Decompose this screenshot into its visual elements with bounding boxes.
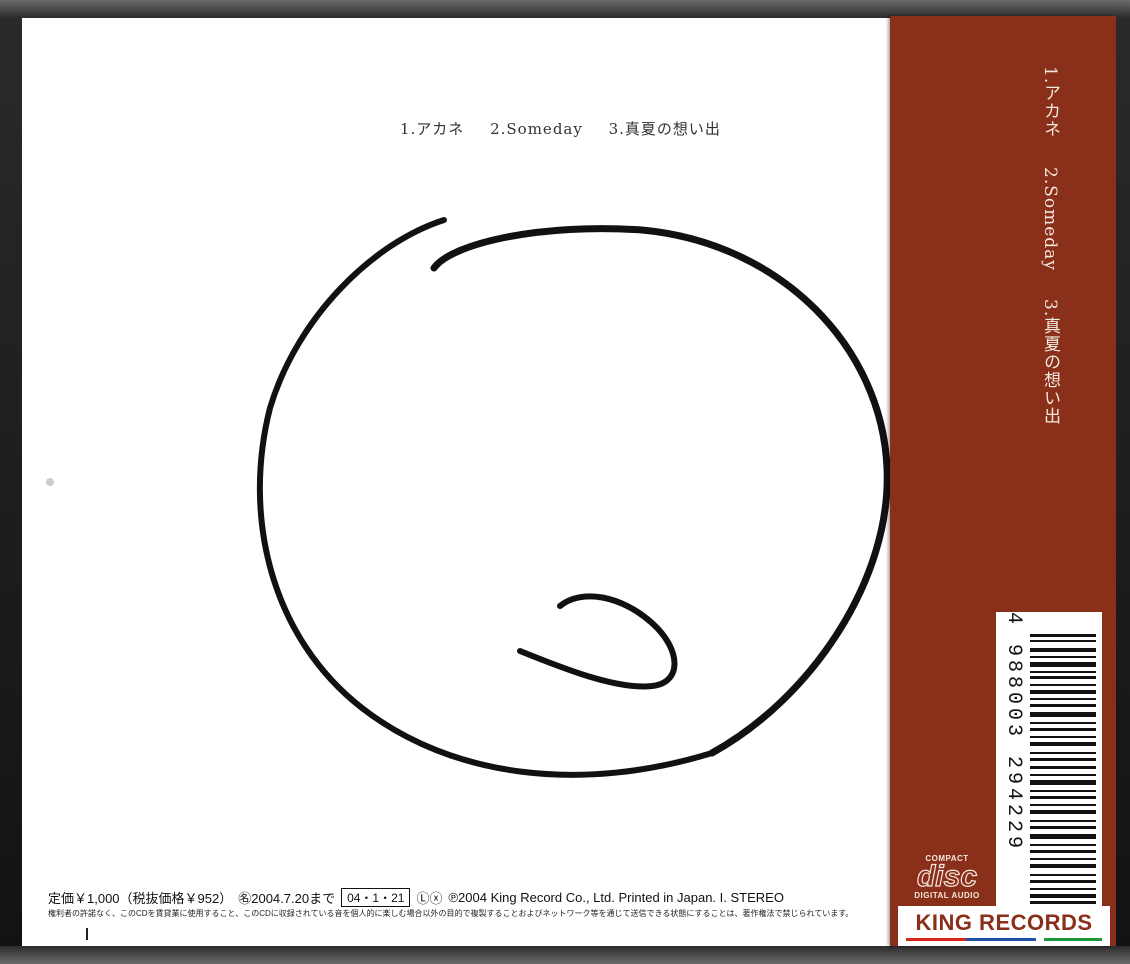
barcode: 4 988003 294229 [996,612,1102,922]
label-name: KING RECORDS [915,910,1093,935]
obi-track-list: 1.アカネ 2.Someday 3.真夏の想い出 [1038,66,1063,447]
back-insert: 1.アカネ 2.Someday 3.真夏の想い出 定価￥1,000（税抜価格￥9… [22,18,892,946]
barcode-number: 4 988003 294229 [1002,612,1025,853]
marks-text: Ⓛⓧ [416,891,443,906]
copyright-notice: 権利者の許諾なく、このCDを賃貸業に使用すること、このCDに収録されている音を個… [48,909,854,918]
release-info: 定価￥1,000（税抜価格￥952） ㊔2004.7.20まで 04・1・21 … [48,888,784,907]
circle-stroke-left [256,217,715,778]
circle-stroke-right [430,225,891,757]
copyright-text: ℗2004 King Record Co., Ltd. Printed in J… [448,890,784,905]
label-stripe-blue [966,938,1036,941]
label-stripe-green [1044,938,1102,941]
disc-logo-bottom: DIGITAL AUDIO [914,891,980,900]
barcode-bars [1030,634,1096,904]
cd-case: 1.アカネ 2.Someday 3.真夏の想い出 定価￥1,000（税抜価格￥9… [0,0,1130,964]
disc-logo-word: disc [916,860,978,893]
mouth-stroke [517,593,678,690]
price-text: 定価￥1,000（税抜価格￥952） [48,891,233,906]
smudge-mark [46,478,54,486]
hand-drawn-face-illustration [256,217,891,778]
obi-track-3: 3.真夏の想い出 [1040,298,1060,426]
resale-text: ㊔2004.7.20まで [238,891,336,906]
obi-track-2: 2.Someday [1040,166,1060,271]
label-stripe-red [906,938,966,941]
tick-mark [86,928,88,940]
date-code-box: 04・1・21 [341,888,411,907]
obi-spine: 1.アカネ 2.Someday 3.真夏の想い出 4 988003 294229 [890,16,1116,946]
obi-track-1: 1.アカネ [1040,66,1060,139]
record-label-logo: KING RECORDS [898,906,1110,946]
compact-disc-logo: COMPACT disc DIGITAL AUDIO [904,854,990,906]
case-bottom-edge [0,946,1130,964]
